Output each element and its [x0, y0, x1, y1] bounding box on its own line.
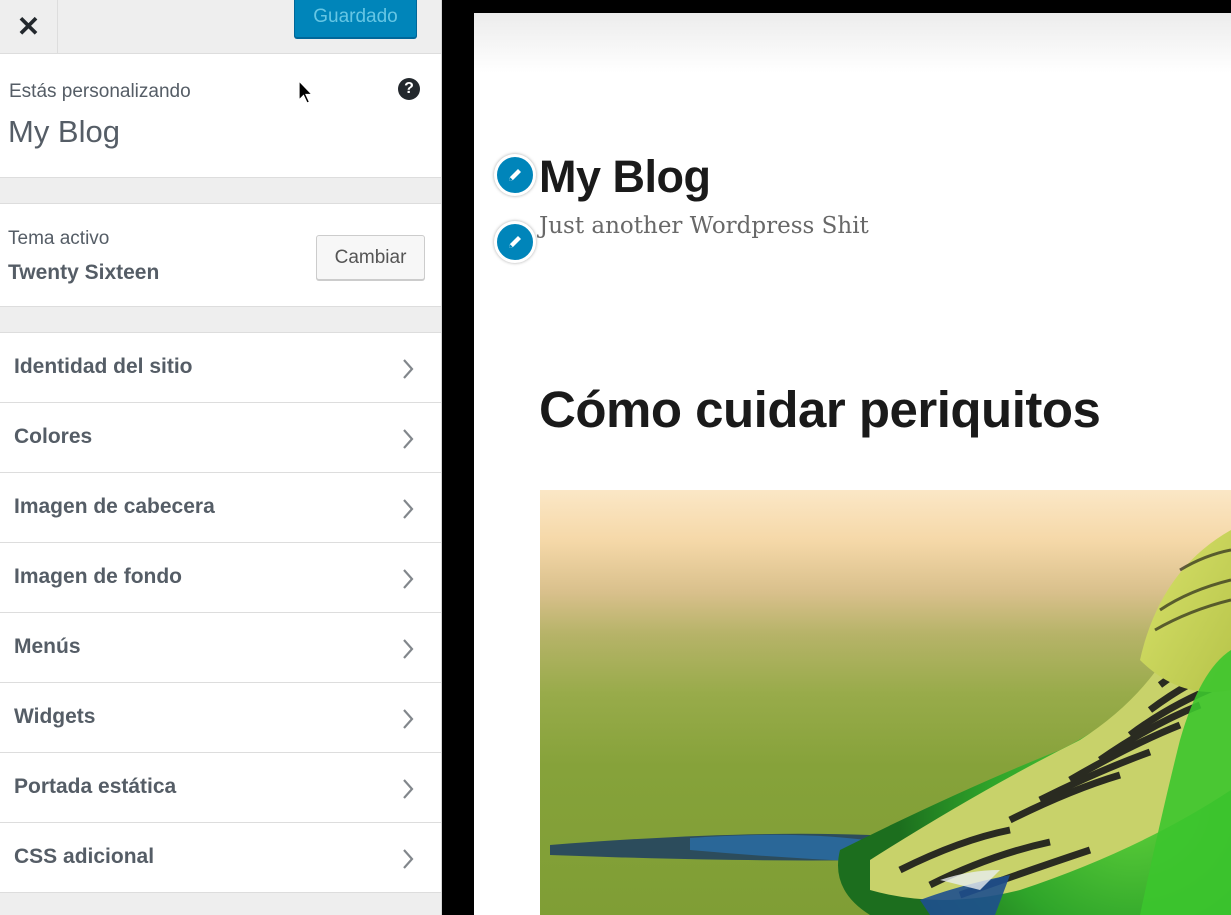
panel-label: Imagen de cabecera [14, 495, 215, 518]
panel-header-image[interactable]: Imagen de cabecera [0, 473, 441, 543]
panel-menus[interactable]: Menús [0, 613, 441, 683]
customizer-info: Estás personalizando My Blog ? [0, 54, 441, 178]
panel-static-front-page[interactable]: Portada estática [0, 753, 441, 823]
active-theme-section: Tema activo Twenty Sixteen Cambiar [0, 203, 441, 307]
edit-site-title-shortcut[interactable] [494, 154, 536, 196]
pencil-icon [509, 236, 521, 248]
mouse-cursor-icon [298, 80, 314, 104]
preview-site-title[interactable]: My Blog [539, 151, 711, 203]
panel-label: Imagen de fondo [14, 565, 182, 588]
panel-additional-css[interactable]: CSS adicional [0, 823, 441, 893]
chevron-right-icon [403, 709, 414, 729]
preview-site-tagline: Just another Wordpress Shit [539, 213, 869, 239]
post-featured-image[interactable] [540, 490, 1231, 915]
chevron-right-icon [403, 359, 414, 379]
post-title[interactable]: Cómo cuidar periquitos [539, 380, 1101, 439]
edit-tagline-shortcut[interactable] [494, 221, 536, 263]
chevron-right-icon [403, 779, 414, 799]
change-theme-button[interactable]: Cambiar [316, 235, 425, 280]
saved-button[interactable]: Guardado [294, 0, 417, 38]
panel-label: Menús [14, 635, 81, 658]
preview-top-shade [474, 13, 1231, 73]
panel-site-identity[interactable]: Identidad del sitio [0, 333, 441, 403]
panel-background-image[interactable]: Imagen de fondo [0, 543, 441, 613]
panel-label: Portada estática [14, 775, 177, 798]
panel-widgets[interactable]: Widgets [0, 683, 441, 753]
panel-label: Identidad del sitio [14, 355, 193, 378]
panel-label: Colores [14, 425, 93, 448]
panel-label: CSS adicional [14, 845, 155, 868]
panel-colors[interactable]: Colores [0, 403, 441, 473]
budgie-image [550, 530, 1231, 915]
help-icon[interactable]: ? [398, 78, 420, 100]
chevron-right-icon [403, 429, 414, 449]
customizing-label: Estás personalizando [9, 81, 191, 102]
customizer-header: ✕ Guardado [0, 0, 441, 54]
site-name: My Blog [8, 114, 120, 149]
chevron-right-icon [403, 499, 414, 519]
customizer-panels: Identidad del sitio Colores Imagen de ca… [0, 332, 441, 893]
site-preview: My Blog Just another Wordpress Shit Cómo… [474, 13, 1231, 915]
chevron-right-icon [403, 639, 414, 659]
chevron-right-icon [403, 569, 414, 589]
customizer-sidebar: ✕ Guardado Estás personalizando My Blog … [0, 0, 442, 915]
pencil-icon [509, 169, 521, 181]
panel-label: Widgets [14, 705, 96, 728]
active-theme-name: Twenty Sixteen [8, 261, 160, 284]
active-theme-label: Tema activo [8, 228, 110, 249]
close-button[interactable]: ✕ [0, 0, 58, 53]
chevron-right-icon [403, 849, 414, 869]
close-icon: ✕ [16, 11, 41, 42]
